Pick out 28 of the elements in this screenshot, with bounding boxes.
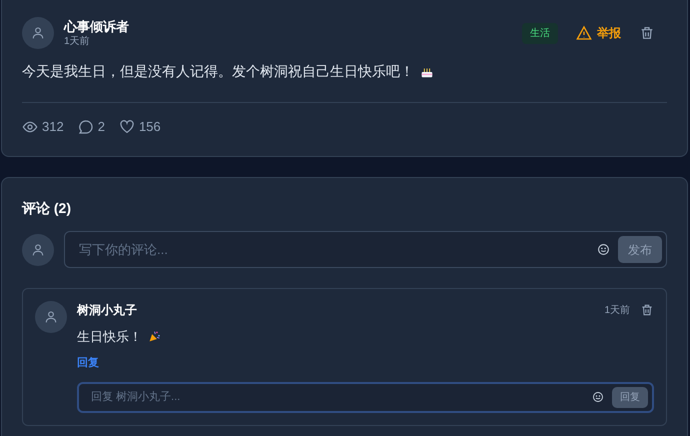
comments-title: 评论 (2) xyxy=(22,199,72,218)
comment-count-button[interactable]: 2 xyxy=(78,117,105,136)
comment-text: 生日快乐！ xyxy=(77,328,142,346)
party-popper-icon xyxy=(148,330,161,344)
trash-icon[interactable] xyxy=(640,303,654,317)
speech-bubble-icon xyxy=(78,118,94,135)
trash-icon[interactable] xyxy=(639,25,655,41)
publish-button[interactable]: 发布 xyxy=(618,236,662,263)
warning-icon xyxy=(576,25,592,41)
view-count: 312 xyxy=(42,118,64,136)
comment-author: 树洞小丸子 xyxy=(77,302,137,319)
post-time: 1天前 xyxy=(64,34,91,48)
avatar-icon xyxy=(35,301,67,333)
heart-icon xyxy=(118,118,135,135)
reply-input-field[interactable]: 回复 树洞小丸子... 回复 xyxy=(77,382,654,412)
reply-link[interactable]: 回复 xyxy=(77,354,99,371)
avatar-icon xyxy=(22,234,54,266)
comment-input-field[interactable]: 写下你的评论... 发布 xyxy=(64,231,667,268)
like-button[interactable]: 156 xyxy=(118,117,161,136)
category-tag: 生活 xyxy=(522,22,558,44)
author-name: 心事倾诉者 xyxy=(64,18,129,34)
reply-submit-button[interactable]: 回复 xyxy=(612,386,648,408)
comment-time: 1天前 xyxy=(604,304,630,318)
emoji-icon[interactable] xyxy=(592,391,604,403)
post-content: 今天是我生日，但是没有人记得。发个树洞祝自己生日快乐吧！ xyxy=(22,62,414,81)
avatar-icon xyxy=(22,17,54,49)
report-button[interactable]: 举报 xyxy=(576,24,621,42)
emoji-icon[interactable] xyxy=(597,243,610,256)
